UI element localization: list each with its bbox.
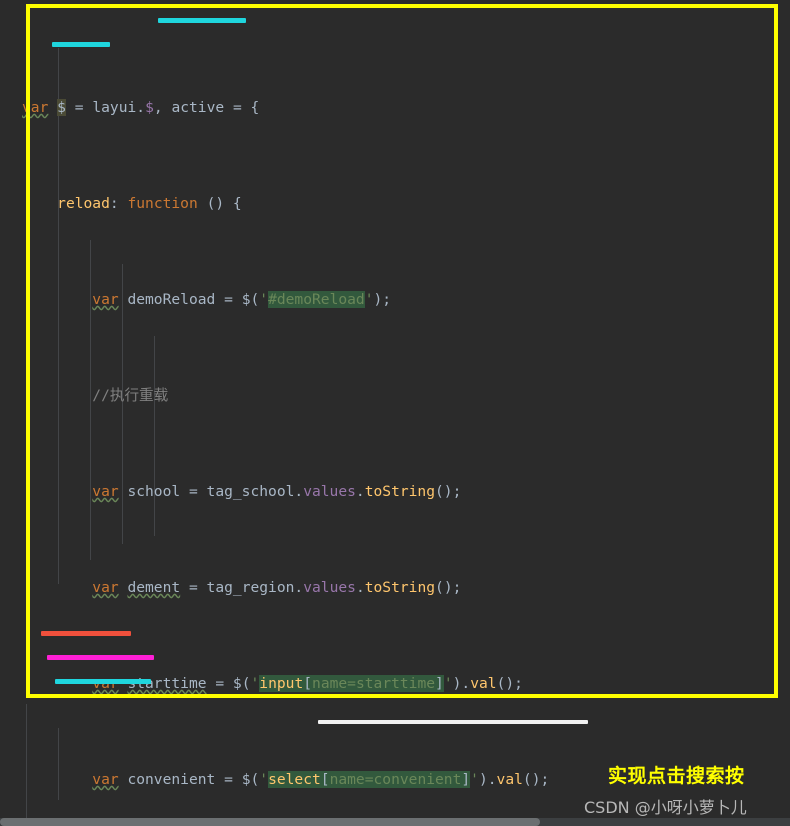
code-lines: var $ = layui.$, active = { reload: func… xyxy=(0,0,790,826)
underline-demotable-selector xyxy=(41,631,131,636)
code-line[interactable]: var $ = layui.$, active = { xyxy=(0,96,790,120)
horizontal-scrollbar[interactable] xyxy=(0,818,790,826)
code-line[interactable]: var demoReload = $('#demoReload'); xyxy=(0,288,790,312)
underline-enter-comment xyxy=(318,720,588,724)
code-line[interactable]: var starttime = $('input[name=starttime]… xyxy=(0,672,790,696)
underline-var-type xyxy=(47,655,154,660)
code-line[interactable]: //执行重载 xyxy=(0,384,790,408)
scrollbar-thumb[interactable] xyxy=(0,818,540,826)
code-line[interactable]: var dement = tag_region.values.toString(… xyxy=(0,576,790,600)
csdn-watermark: CSDN @小呀小萝卜儿 xyxy=(584,798,747,817)
code-line[interactable]: var school = tag_school.values.toString(… xyxy=(0,480,790,504)
underline-active-declaration xyxy=(158,18,246,23)
code-editor[interactable]: var $ = layui.$, active = { reload: func… xyxy=(0,0,790,826)
code-line[interactable]: reload: function () { xyxy=(0,192,790,216)
annotation-note-line1: 实现点击搜索按 xyxy=(608,765,745,787)
underline-active-type xyxy=(55,679,151,684)
underline-reload-key xyxy=(52,42,110,47)
